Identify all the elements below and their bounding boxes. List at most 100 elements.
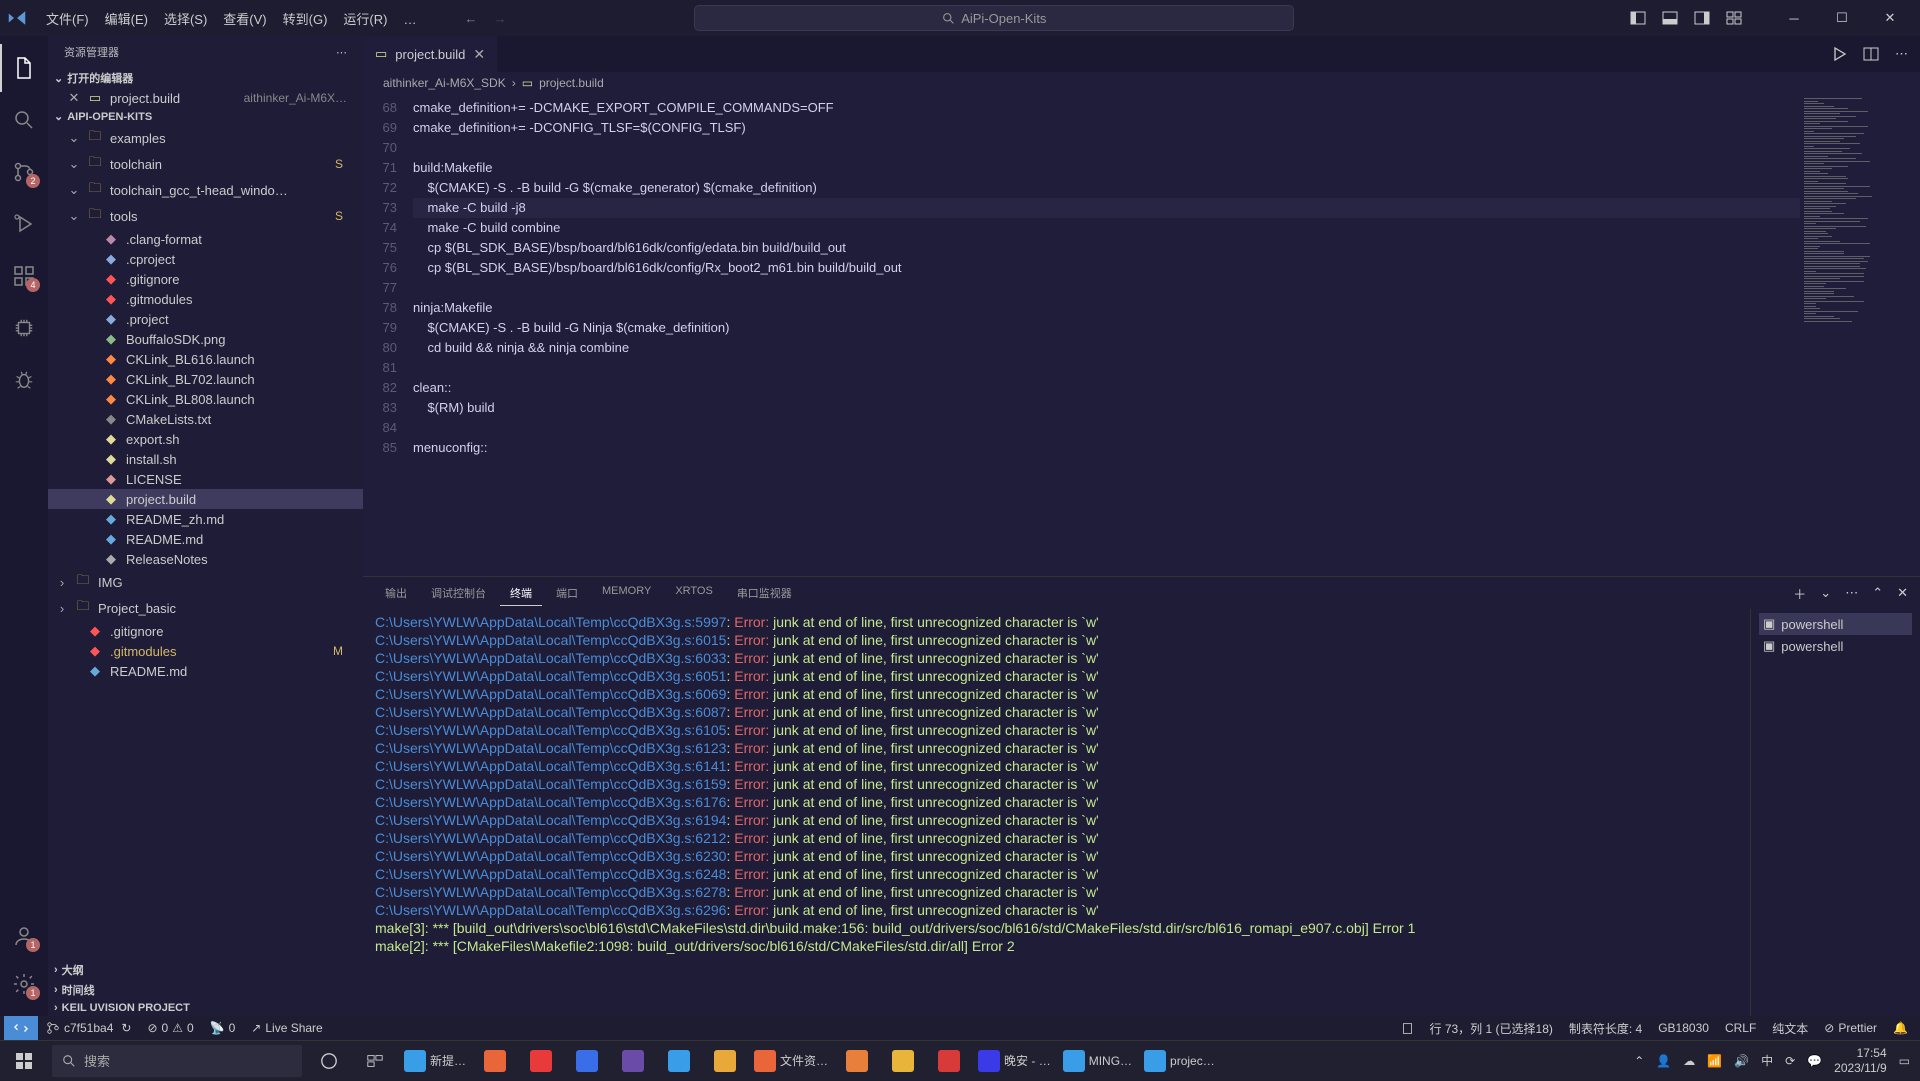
file-item[interactable]: ◆LICENSE <box>48 469 363 489</box>
taskbar-app[interactable]: 文件资… <box>748 1041 834 1081</box>
taskbar-app[interactable]: 晚安 - … <box>972 1041 1057 1081</box>
panel-tab[interactable]: 输出 <box>375 581 417 606</box>
activity-run-debug[interactable] <box>0 200 48 248</box>
open-editors-section[interactable]: ⌄ 打开的编辑器 <box>48 68 363 88</box>
taskbar-clock[interactable]: 17:54 2023/11/9 <box>1834 1046 1887 1075</box>
taskbar-app[interactable] <box>926 1041 972 1081</box>
sb-file-nav-icon[interactable] <box>1393 1020 1422 1037</box>
code-content[interactable]: cmake_definition+= -DCMAKE_EXPORT_COMPIL… <box>413 94 1800 576</box>
menu-item[interactable]: … <box>395 8 424 31</box>
folder-item[interactable]: ⌄🗀toolsS <box>48 203 363 229</box>
sidebar-section[interactable]: ›时间线 <box>48 980 363 1000</box>
taskbar-app[interactable] <box>702 1041 748 1081</box>
panel-close-icon[interactable]: ✕ <box>1897 585 1908 601</box>
file-item[interactable]: ◆.project <box>48 309 363 329</box>
panel-maximize-icon[interactable]: ⌃ <box>1872 585 1883 601</box>
start-button[interactable] <box>0 1041 48 1081</box>
tray-ime-icon[interactable]: 中 <box>1761 1052 1773 1069</box>
taskbar-app[interactable] <box>472 1041 518 1081</box>
tray-people-icon[interactable]: 👤 <box>1656 1054 1671 1068</box>
sb-tabsize[interactable]: 制表符长度: 4 <box>1561 1020 1650 1037</box>
terminal-session[interactable]: ▣powershell <box>1759 635 1912 657</box>
sb-notifications[interactable]: 🔔 <box>1885 1020 1916 1037</box>
breadcrumb-segment[interactable]: aithinker_Ai-M6X_SDK <box>383 76 506 90</box>
folder-item[interactable]: ⌄🗀toolchainS <box>48 151 363 177</box>
menu-item[interactable]: 编辑(E) <box>97 8 156 31</box>
file-item[interactable]: ◆CKLink_BL808.launch <box>48 389 363 409</box>
menu-item[interactable]: 文件(F) <box>38 8 97 31</box>
sidebar-section[interactable]: ›大纲 <box>48 960 363 980</box>
minimize-button[interactable]: ─ <box>1772 3 1816 33</box>
sb-problems[interactable]: ⊘0 ⚠0 <box>139 1021 201 1035</box>
panel-tab[interactable]: 端口 <box>546 581 588 606</box>
breadcrumb-segment[interactable]: project.build <box>539 76 604 90</box>
folder-item[interactable]: ›🗀IMG <box>48 569 363 595</box>
sb-encoding[interactable]: GB18030 <box>1650 1020 1717 1037</box>
panel-more-icon[interactable]: ⋯ <box>1845 585 1858 601</box>
file-item[interactable]: ◆README.md <box>48 529 363 549</box>
activity-extensions[interactable]: 4 <box>0 252 48 300</box>
task-view-icon[interactable] <box>352 1041 398 1081</box>
file-item[interactable]: ◆CMakeLists.txt <box>48 409 363 429</box>
command-center[interactable]: AiPi-Open-Kits <box>694 5 1294 31</box>
folder-section[interactable]: ⌄ AIPI-OPEN-KITS <box>48 108 363 125</box>
open-editor-item[interactable]: ✕▭project.buildaithinker_Ai-M6X… <box>48 88 363 108</box>
tray-wifi-icon[interactable]: 📶 <box>1707 1054 1722 1068</box>
taskbar-app[interactable] <box>564 1041 610 1081</box>
sb-eol[interactable]: CRLF <box>1717 1020 1764 1037</box>
terminal-session[interactable]: ▣powershell <box>1759 613 1912 635</box>
layout-sidebar-right-icon[interactable] <box>1694 10 1710 26</box>
file-item[interactable]: ◆BouffaloSDK.png <box>48 329 363 349</box>
activity-settings[interactable]: 1 <box>0 960 48 1008</box>
editor-body[interactable]: 686970717273747576777879808182838485 cma… <box>363 94 1920 576</box>
file-item[interactable]: ◆.cproject <box>48 249 363 269</box>
file-item[interactable]: ◆project.build <box>48 489 363 509</box>
panel-tab[interactable]: 调试控制台 <box>421 581 496 606</box>
layout-sidebar-left-icon[interactable] <box>1630 10 1646 26</box>
activity-scm[interactable]: 2 <box>0 148 48 196</box>
folder-item[interactable]: ⌄🗀examples <box>48 125 363 151</box>
editor-tab[interactable]: ▭project.build✕ <box>363 36 498 72</box>
file-item[interactable]: ◆.gitmodules <box>48 289 363 309</box>
sync-icon[interactable]: ↻ <box>121 1021 131 1035</box>
nav-forward-icon[interactable]: → <box>493 11 506 26</box>
cortana-icon[interactable] <box>306 1041 352 1081</box>
file-item[interactable]: ◆CKLink_BL702.launch <box>48 369 363 389</box>
breadcrumbs[interactable]: aithinker_Ai-M6X_SDK › ▭ project.build <box>363 72 1920 94</box>
minimap[interactable]: ▬▬▬▬▬▬▬▬▬▬▬▬▬▬▬▬▬▬▬▬▬▬▬▬▬▬▬▬▬▬▬▬▬▬▬▬▬▬▬▬… <box>1800 94 1920 576</box>
sb-prettier[interactable]: ⊘Prettier <box>1816 1020 1885 1037</box>
sb-branch[interactable]: c7f51ba4 ↻ <box>38 1021 139 1035</box>
taskbar-app[interactable] <box>656 1041 702 1081</box>
nav-back-icon[interactable]: ← <box>464 11 477 26</box>
sb-cursor-position[interactable]: 行 73，列 1 (已选择18) <box>1422 1020 1561 1037</box>
taskbar-app[interactable] <box>518 1041 564 1081</box>
tray-chevron-icon[interactable]: ⌃ <box>1634 1054 1644 1068</box>
panel-tab[interactable]: XRTOS <box>665 581 723 606</box>
new-terminal-icon[interactable]: ＋ <box>1793 584 1806 603</box>
taskbar-app[interactable]: projec… <box>1138 1041 1221 1081</box>
panel-tab[interactable]: MEMORY <box>592 581 661 606</box>
file-item[interactable]: ◆ReleaseNotes <box>48 549 363 569</box>
sidebar-section[interactable]: ›KEIL UVISION PROJECT <box>48 1000 363 1016</box>
activity-accounts[interactable]: 1 <box>0 912 48 960</box>
close-icon[interactable]: ✕ <box>68 90 80 106</box>
folder-item[interactable]: ⌄🗀toolchain_gcc_t-head_windo… <box>48 177 363 203</box>
file-item[interactable]: ◆install.sh <box>48 449 363 469</box>
tray-sync-icon[interactable]: ⟳ <box>1785 1054 1795 1068</box>
close-tab-icon[interactable]: ✕ <box>473 46 485 63</box>
close-button[interactable]: ✕ <box>1868 3 1912 33</box>
activity-chip-icon[interactable] <box>0 304 48 352</box>
file-item[interactable]: ◆.gitignore <box>48 621 363 641</box>
run-icon[interactable] <box>1831 46 1847 62</box>
file-item[interactable]: ◆.gitmodulesM <box>48 641 363 661</box>
activity-bug-icon[interactable] <box>0 356 48 404</box>
sidebar-more-icon[interactable]: ⋯ <box>336 46 347 59</box>
menu-item[interactable]: 运行(R) <box>335 8 395 31</box>
file-item[interactable]: ◆.clang-format <box>48 229 363 249</box>
taskbar-search[interactable]: 搜索 <box>52 1045 302 1077</box>
activity-explorer[interactable] <box>0 44 48 92</box>
taskbar-app[interactable]: 新提… <box>398 1041 472 1081</box>
file-item[interactable]: ◆CKLink_BL616.launch <box>48 349 363 369</box>
taskbar-app[interactable]: MING… <box>1057 1041 1138 1081</box>
sb-liveshare[interactable]: ↗ Live Share <box>243 1021 330 1035</box>
